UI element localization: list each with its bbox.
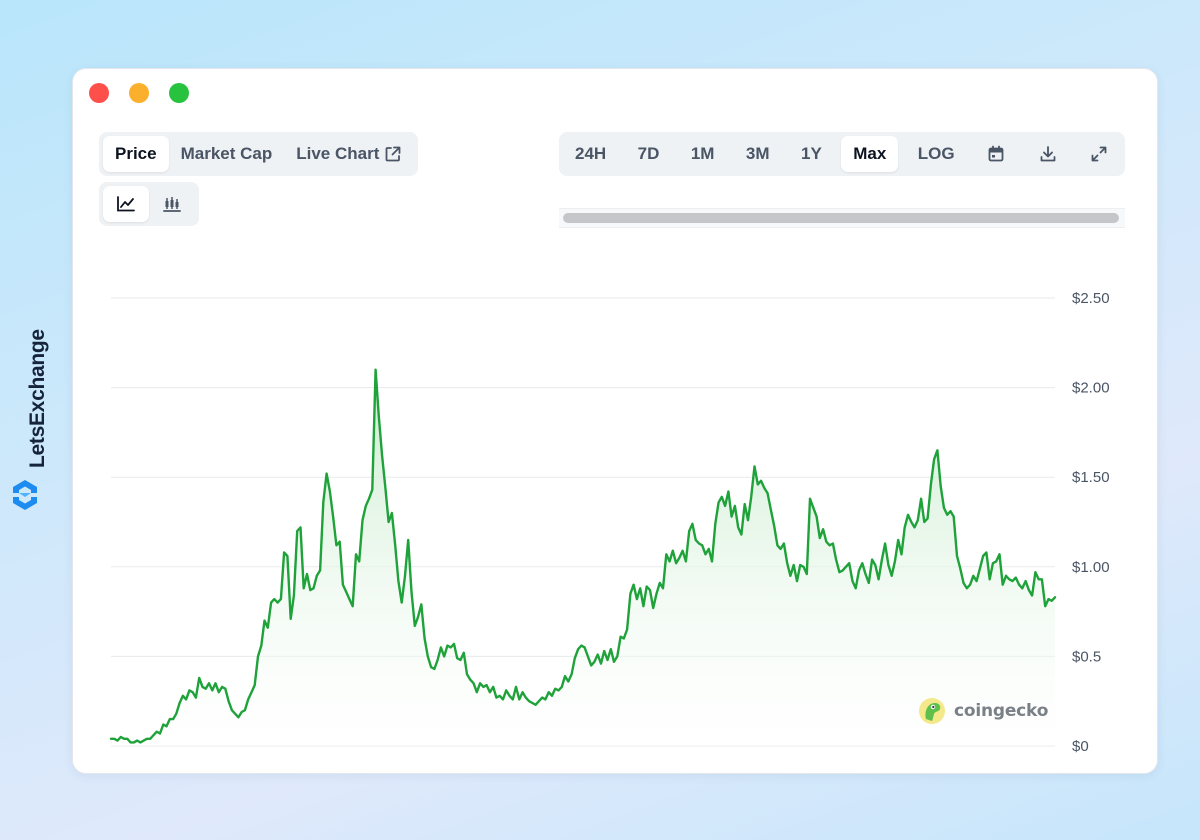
brand-name: LetsExchange bbox=[26, 329, 49, 468]
y-tick-label: $0.5 bbox=[1072, 648, 1101, 665]
watermark-text: coingecko bbox=[954, 701, 1049, 721]
coingecko-logo-icon bbox=[919, 698, 945, 724]
y-tick-label: $1.50 bbox=[1072, 469, 1110, 486]
chart-window: Price Market Cap Live Chart 24H 7D 1M 3M… bbox=[72, 68, 1158, 774]
y-axis-labels: $0 $0.5 $1.00 $1.50 $2.00 $2.50 bbox=[1072, 290, 1110, 755]
price-chart: $0 $0.5 $1.00 $1.50 $2.00 $2.50 bbox=[109, 290, 1110, 755]
coingecko-watermark: coingecko bbox=[918, 697, 1048, 725]
y-tick-label: $2.50 bbox=[1072, 290, 1110, 307]
y-tick-label: $1.00 bbox=[1072, 559, 1110, 576]
y-tick-label: $2.00 bbox=[1072, 380, 1110, 397]
y-tick-label: $0 bbox=[1072, 738, 1089, 755]
letsexchange-logo-icon bbox=[13, 480, 37, 510]
